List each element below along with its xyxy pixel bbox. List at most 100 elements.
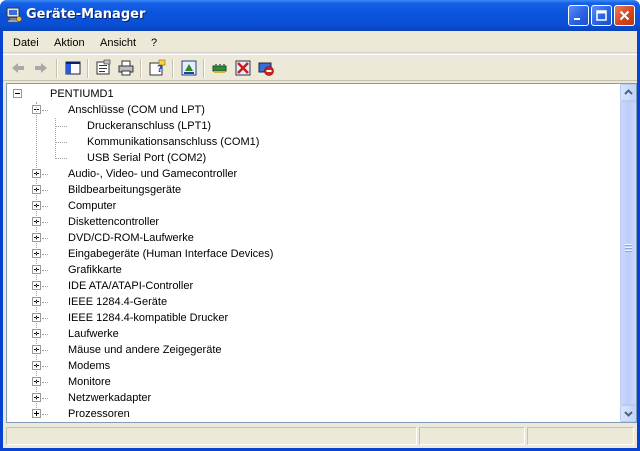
scroll-thumb[interactable] — [620, 101, 636, 405]
port-icon — [68, 134, 84, 150]
tree-item-label: Modems — [68, 360, 111, 372]
device-manager-app-icon — [6, 7, 22, 23]
toolbar-separator — [172, 59, 174, 78]
tree-connector — [55, 158, 67, 159]
tree-item-label: Netzwerkadapter — [68, 392, 152, 404]
status-text — [6, 427, 417, 445]
toolbar-separator — [140, 59, 142, 78]
toolbar-separator — [87, 59, 89, 78]
tree-connector — [42, 286, 48, 287]
cd-drive-icon — [49, 230, 65, 246]
help-button[interactable]: ? — [148, 59, 166, 77]
status-panel-3 — [527, 427, 634, 445]
tree-item-label: Audio-, Video- und Gamecontroller — [68, 168, 238, 180]
mouse-icon — [49, 342, 65, 358]
display-adapter-icon — [49, 262, 65, 278]
vertical-scrollbar[interactable] — [620, 84, 636, 422]
scroll-up-button[interactable] — [620, 84, 636, 101]
tree-item-label: USB Serial Port (COM2) — [87, 152, 207, 164]
tree-connector — [55, 126, 67, 127]
grip-icon — [625, 244, 632, 252]
device-tree[interactable]: PENTIUMD1 Anschlüsse (COM und LPT) Drucker… — [7, 84, 619, 422]
title-bar[interactable]: Geräte-Manager — [0, 0, 640, 31]
tree-connector — [42, 318, 48, 319]
tree-connector — [42, 270, 48, 271]
tree-connector — [42, 382, 48, 383]
uninstall-button[interactable] — [234, 59, 252, 77]
maximize-button[interactable] — [591, 5, 612, 26]
tree-item-label: Diskettencontroller — [68, 216, 160, 228]
arrow-left-icon — [12, 63, 24, 73]
scroll-down-button[interactable] — [620, 405, 636, 422]
tree-item-label: Laufwerke — [68, 328, 119, 340]
tree-item-label: Prozessoren — [68, 408, 130, 420]
menu-datei[interactable]: Datei — [13, 37, 39, 49]
tree-connector — [42, 110, 48, 111]
print-button[interactable] — [117, 59, 135, 77]
scan-hardware-icon — [212, 64, 227, 73]
tree-connector — [55, 118, 56, 159]
scan-hardware-button[interactable] — [211, 59, 229, 77]
hid-icon — [49, 246, 65, 262]
chevron-down-icon — [624, 411, 633, 417]
camera-icon — [49, 182, 65, 198]
tree-connector — [42, 254, 48, 255]
tree-item-label: Mäuse und andere Zeigegeräte — [68, 344, 222, 356]
port-icon — [49, 102, 65, 118]
menu-help[interactable]: ? — [151, 37, 157, 49]
tree-connector — [42, 174, 48, 175]
port-icon — [68, 118, 84, 134]
properties-button[interactable] — [94, 59, 112, 77]
close-icon — [619, 10, 630, 21]
disable-button[interactable] — [257, 59, 275, 77]
toolbar-separator — [203, 59, 205, 78]
printer-icon — [49, 294, 65, 310]
tree-item-label: Monitore — [68, 376, 111, 388]
toolbar-separator — [56, 59, 58, 78]
back-button[interactable] — [9, 59, 27, 77]
tree-connector — [42, 206, 48, 207]
tree-item-label: IEEE 1284.4-Geräte — [68, 296, 168, 308]
show-hide-console-tree-button[interactable] — [64, 59, 82, 77]
monitor-icon — [49, 374, 65, 390]
chevron-up-icon — [624, 89, 633, 95]
controller-icon — [49, 278, 65, 294]
arrow-right-icon — [35, 63, 47, 73]
minimize-button[interactable] — [568, 5, 589, 26]
printer-icon — [118, 60, 134, 76]
tree-item-label: PENTIUMD1 — [50, 88, 114, 100]
tree-connector — [42, 222, 48, 223]
processor-icon — [49, 406, 65, 422]
menu-aktion[interactable]: Aktion — [54, 37, 85, 49]
tree-item-label: DVD/CD-ROM-Laufwerke — [68, 232, 194, 244]
computer-icon — [31, 86, 47, 102]
tree-connector — [42, 350, 48, 351]
tree-item-label: Druckeranschluss (LPT1) — [87, 120, 212, 132]
network-adapter-icon — [49, 390, 65, 406]
tree-item-label: Bildbearbeitungsgeräte — [68, 184, 182, 196]
menu-bar: Datei Aktion Ansicht ? — [3, 31, 637, 53]
window-title: Geräte-Manager — [26, 7, 146, 22]
modem-icon — [49, 358, 65, 374]
speaker-icon — [49, 166, 65, 182]
properties-icon — [96, 59, 111, 75]
monitor-icon — [49, 198, 65, 214]
update-driver-icon — [181, 60, 197, 76]
collapse-toggle[interactable] — [13, 89, 22, 98]
tree-connector — [42, 398, 48, 399]
expand-toggle[interactable] — [32, 409, 41, 418]
tree-item-label: Grafikkarte — [68, 264, 122, 276]
tree-connector — [36, 102, 37, 410]
tree-item-label: IEEE 1284.4-kompatible Drucker — [68, 312, 229, 324]
update-driver-button[interactable] — [180, 59, 198, 77]
printer-icon — [49, 310, 65, 326]
tree-item-label: Kommunikationsanschluss (COM1) — [87, 136, 260, 148]
toolbar: ? — [3, 54, 637, 81]
tree-connector — [42, 302, 48, 303]
menu-ansicht[interactable]: Ansicht — [100, 37, 136, 49]
forward-button[interactable] — [32, 59, 50, 77]
console-tree-icon — [65, 61, 81, 75]
tree-item-label: Anschlüsse (COM und LPT) — [68, 104, 205, 116]
close-button[interactable] — [614, 5, 635, 26]
device-manager-window: Geräte-Manager Datei Aktion Ansicht ? ? … — [0, 0, 640, 451]
